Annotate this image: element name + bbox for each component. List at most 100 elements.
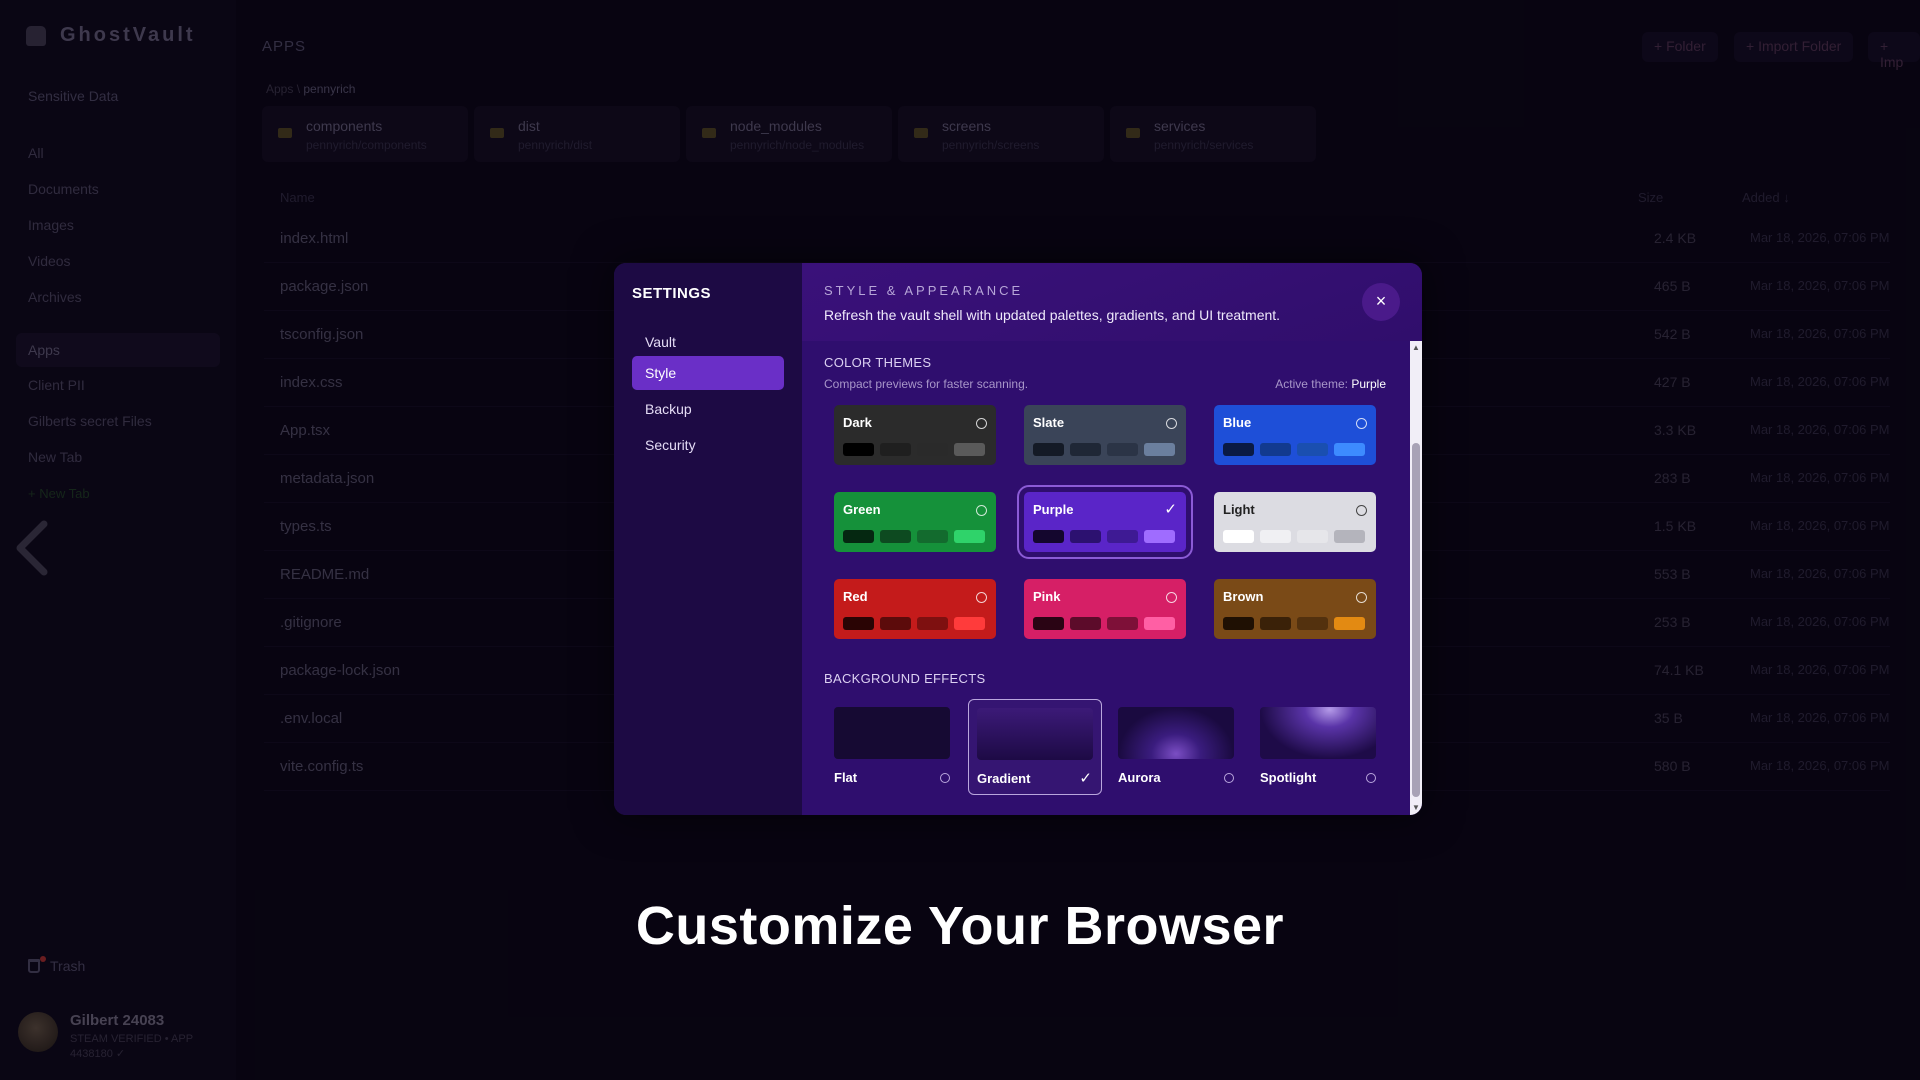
theme-name: Red [843, 589, 868, 604]
color-swatch [1033, 443, 1064, 456]
settings-header: STYLE & APPEARANCE Refresh the vault she… [824, 283, 1280, 323]
color-swatch [954, 443, 985, 456]
effect-name: Gradient [977, 771, 1031, 786]
effect-preview [977, 708, 1093, 760]
effect-name: Aurora [1118, 770, 1161, 785]
theme-card-dark[interactable]: Dark [834, 405, 996, 465]
radio-icon [976, 592, 987, 603]
color-themes-title: COLOR THEMES [824, 355, 932, 370]
theme-card-red[interactable]: Red [834, 579, 996, 639]
settings-modal: SETTINGS Vault Style Backup Security STY… [614, 263, 1422, 815]
color-swatch [1297, 617, 1328, 630]
theme-name: Purple [1033, 502, 1074, 517]
color-swatch [1107, 617, 1138, 630]
theme-name: Light [1223, 502, 1255, 517]
color-swatch [1260, 617, 1291, 630]
color-swatch [954, 617, 985, 630]
color-swatch [843, 617, 874, 630]
settings-sidebar: SETTINGS Vault Style Backup Security [614, 263, 802, 815]
scrollbar-thumb[interactable] [1412, 443, 1420, 797]
radio-icon [1166, 418, 1177, 429]
color-swatch [1144, 443, 1175, 456]
active-theme-label: Active theme: [1275, 377, 1348, 391]
color-swatch [1260, 530, 1291, 543]
color-swatch [917, 530, 948, 543]
radio-icon [976, 505, 987, 516]
radio-icon [1366, 773, 1376, 783]
check-icon: ✓ [1164, 501, 1177, 518]
color-swatch [1070, 443, 1101, 456]
theme-card-slate[interactable]: Slate [1024, 405, 1186, 465]
color-swatch [1033, 530, 1064, 543]
settings-nav-security[interactable]: Security [632, 428, 784, 462]
check-icon: ✓ [1079, 770, 1092, 787]
color-swatch [1144, 617, 1175, 630]
close-button[interactable]: × [1362, 283, 1400, 321]
radio-icon [1166, 592, 1177, 603]
theme-card-pink[interactable]: Pink [1024, 579, 1186, 639]
background-effects-title: BACKGROUND EFFECTS [824, 671, 986, 686]
scroll-up-icon[interactable]: ▲ [1412, 344, 1420, 352]
color-swatch [1297, 443, 1328, 456]
color-swatch [1107, 530, 1138, 543]
theme-card-light[interactable]: Light [1214, 492, 1376, 552]
effect-name: Flat [834, 770, 858, 785]
radio-icon [1356, 592, 1367, 603]
active-theme-value: Purple [1351, 377, 1386, 391]
theme-name: Slate [1033, 415, 1065, 430]
effect-name: Spotlight [1260, 770, 1317, 785]
color-swatch [880, 443, 911, 456]
theme-name: Dark [843, 415, 872, 430]
color-swatch [1334, 443, 1365, 456]
effect-card-spotlight[interactable]: Spotlight [1252, 699, 1386, 795]
settings-nav-style[interactable]: Style [632, 356, 784, 390]
scrollbar[interactable]: ▲ ▼ [1410, 341, 1422, 815]
section-description: Refresh the vault shell with updated pal… [824, 307, 1281, 323]
color-swatch [1334, 530, 1365, 543]
color-swatch [1223, 617, 1254, 630]
effect-card-gradient[interactable]: Gradient ✓ [968, 699, 1102, 795]
settings-title: SETTINGS [632, 285, 712, 302]
theme-name: Blue [1223, 415, 1252, 430]
color-themes-subtitle: Compact previews for faster scanning. [824, 377, 1029, 391]
settings-nav-backup[interactable]: Backup [632, 392, 784, 426]
color-swatch [1107, 443, 1138, 456]
radio-icon [1224, 773, 1234, 783]
color-swatch [880, 530, 911, 543]
color-swatch [1297, 530, 1328, 543]
active-theme-indicator: Active theme: Purple [1275, 377, 1386, 391]
radio-icon [976, 418, 987, 429]
radio-icon [1356, 418, 1367, 429]
color-swatch [1033, 617, 1064, 630]
color-swatch [954, 530, 985, 543]
color-swatch [1334, 617, 1365, 630]
theme-card-green[interactable]: Green [834, 492, 996, 552]
color-swatch [843, 530, 874, 543]
effect-preview [834, 707, 950, 759]
color-swatch [1223, 443, 1254, 456]
settings-nav-vault[interactable]: Vault [632, 325, 784, 359]
color-swatch [1144, 530, 1175, 543]
section-kicker: STYLE & APPEARANCE [824, 283, 1024, 298]
color-swatch [917, 617, 948, 630]
color-swatch [917, 443, 948, 456]
color-swatch [1223, 530, 1254, 543]
close-icon: × [1375, 291, 1387, 311]
theme-name: Pink [1033, 589, 1061, 604]
theme-card-blue[interactable]: Blue [1214, 405, 1376, 465]
color-swatch [1070, 530, 1101, 543]
effect-preview [1260, 707, 1376, 759]
theme-card-purple[interactable]: Purple ✓ [1017, 485, 1193, 559]
effect-card-flat[interactable]: Flat [826, 699, 960, 795]
effect-preview [1118, 707, 1234, 759]
color-swatch [1070, 617, 1101, 630]
effect-card-aurora[interactable]: Aurora [1110, 699, 1244, 795]
theme-card-brown[interactable]: Brown [1214, 579, 1376, 639]
scroll-down-icon[interactable]: ▼ [1412, 804, 1420, 812]
radio-icon [940, 773, 950, 783]
color-swatch [1260, 443, 1291, 456]
radio-icon [1356, 505, 1367, 516]
settings-content: STYLE & APPEARANCE Refresh the vault she… [802, 263, 1422, 815]
settings-scroll-area: COLOR THEMES Compact previews for faster… [802, 341, 1422, 815]
theme-name: Brown [1223, 589, 1264, 604]
